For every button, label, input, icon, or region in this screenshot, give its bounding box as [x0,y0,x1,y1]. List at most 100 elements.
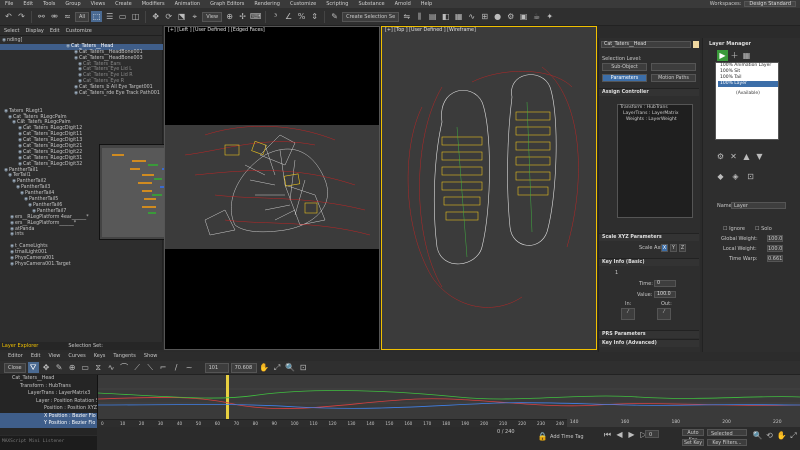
key-info-basic-rollout[interactable]: Key Info (Basic) [599,258,699,266]
curve-menu-item[interactable]: Edit [31,353,41,359]
select-object-icon[interactable]: ⬚ [91,11,103,22]
out-tangent-button[interactable]: ⁄ [657,308,671,320]
draw-curves-icon[interactable]: ✎ [54,362,65,373]
time-input[interactable]: 0 [654,280,676,287]
move-icon[interactable]: ✥ [150,11,161,22]
merge-layer-icon[interactable]: ◈ [730,171,741,182]
menu-item[interactable]: Help [416,1,437,7]
curve-tree-item[interactable]: Position : Position XYZ [0,405,97,413]
keyboard-shortcut-icon[interactable]: ⌨ [250,11,262,22]
tree-item[interactable]: ◉PhysCamera001.Target [0,262,163,268]
orbit-icon[interactable]: ⟲ [764,430,775,441]
prs-parameters-rollout[interactable]: PRS Parameters [599,330,699,338]
tangent-smooth-icon[interactable]: ~ [184,362,195,373]
zoom-region-icon[interactable]: ⊡ [298,362,309,373]
curve-menu-item[interactable]: Editor [8,353,23,359]
timeline[interactable]: 0 10 20 30 40 50 60 70 80 90 100 110 120 130 140 150 160… [97,419,567,427]
local-weight-input[interactable]: 100.0 [767,245,783,252]
close-button[interactable]: Close [4,362,26,373]
object-color-swatch[interactable] [693,41,699,48]
placement-icon[interactable]: ⌖ [189,11,200,22]
menu-item[interactable]: Edit [18,1,38,7]
axis-y-button[interactable]: Y [670,244,677,252]
add-layer-icon[interactable]: ＋ [729,50,740,61]
layer-settings-icon[interactable]: ⚙ [715,151,726,162]
pan-icon[interactable]: ✋ [259,362,270,373]
controller-tree[interactable]: Transform : HubTrans LayerTrans : LayerMa… [617,104,693,218]
unlink-icon[interactable]: ⚮ [49,11,60,22]
link-icon[interactable]: ⚯ [36,11,47,22]
menu-item[interactable]: Arnold [390,1,416,7]
in-tangent-button[interactable]: ⁄ [621,308,635,320]
reference-coord-select[interactable]: View [202,11,223,22]
viewport-left-label[interactable]: [+] [Left ] [User Defined ] [Edged Faces… [168,28,265,33]
viewport-top[interactable]: [+] [Top ] [User Defined ] [Wireframe] [381,26,597,350]
key-mode-select[interactable]: Selected [707,429,747,437]
toggle-scene-explorer-icon[interactable]: ▤ [427,11,438,22]
menu-item[interactable]: Tools [38,1,60,7]
select-by-name-icon[interactable]: ☰ [104,11,115,22]
value-input[interactable]: 100.0 [654,291,676,298]
curve-tree-item[interactable]: Y Position : Bezier Flo [0,420,97,428]
add-keys-icon[interactable]: ⊕ [67,362,78,373]
layer-list[interactable]: 100% Animation Layer 100% Sit 100% Tail 100… [715,62,779,140]
value-field[interactable]: 70.608 [230,362,257,373]
menu-item[interactable]: Modifiers [137,1,170,7]
go-to-start-icon[interactable]: ⏮ [602,429,613,440]
zoom-icon[interactable]: 🔍 [285,362,296,373]
layer-name-input[interactable]: Layer [731,202,786,209]
filter-icon[interactable]: ⛛ [27,362,39,373]
object-name-field[interactable]: Cat_Taters__Head [601,41,691,48]
menu-item[interactable]: Animation [170,1,206,7]
global-weight-input[interactable]: 100.0 [767,235,783,242]
explorer-tab[interactable]: Select [4,28,19,34]
curve-tree-item[interactable]: Cat_Taters__Head [0,375,97,383]
curve-tree-item[interactable]: Transform : HubTrans [0,383,97,391]
named-selection-set-input[interactable]: Create Selection Se [342,11,400,22]
menu-item[interactable]: Views [86,1,110,7]
layer-up-icon[interactable]: ▲ [741,151,752,162]
menu-item[interactable]: Rendering [249,1,285,7]
percent-snap-icon[interactable]: % [296,11,307,22]
mirror-icon[interactable]: ⇋ [401,11,412,22]
curve-tree-item[interactable]: LayerTrans : LayerMatrix3 [0,390,97,398]
curve-menu-item[interactable]: Tangents [113,353,135,359]
menu-item[interactable]: File [0,1,18,7]
frame-extents-icon[interactable]: ⤢ [272,362,283,373]
curve-menu-item[interactable]: View [49,353,61,359]
move-keys-icon[interactable]: ✥ [41,362,52,373]
auto-key-button[interactable]: Auto Key [682,429,704,443]
sub-object-select[interactable]: Sub-Object [602,63,647,71]
tangent-step-icon[interactable]: ⌐ [158,362,169,373]
undo-icon[interactable]: ↶ [3,11,14,22]
rotate-icon[interactable]: ⟳ [163,11,174,22]
render-iterative-icon[interactable]: ✦ [544,11,555,22]
layer-down-icon[interactable]: ▼ [754,151,765,162]
bind-space-warp-icon[interactable]: ≈ [62,11,73,22]
rendered-frame-window-icon[interactable]: ▣ [518,11,529,22]
tangent-auto-icon[interactable]: ∿ [106,362,117,373]
toggle-layer-explorer-icon[interactable]: ◧ [440,11,451,22]
curve-menu-item[interactable]: Show [144,353,158,359]
redo-icon[interactable]: ↷ [16,11,27,22]
align-icon[interactable]: ⫼ [414,11,425,22]
curve-menu-item[interactable]: Keys [94,353,106,359]
set-key-button[interactable]: Set Key [682,439,704,446]
explorer-tab[interactable]: Edit [50,28,60,34]
motion-paths-button[interactable]: Motion Paths [651,74,696,82]
time-warp-input[interactable]: 0.661 [767,255,783,262]
retime-icon[interactable]: ⧖ [93,362,104,373]
angle-snap-icon[interactable]: ∠ [283,11,294,22]
spinner-snap-icon[interactable]: ⇕ [309,11,320,22]
key-filters-button[interactable]: Key Filters... [707,439,747,446]
layer-delete-icon[interactable]: ✕ [728,151,739,162]
rect-selection-icon[interactable]: ▭ [117,11,128,22]
current-frame-input[interactable]: 0 [645,430,659,438]
material-editor-icon[interactable]: ● [492,11,503,22]
collapse-layer-icon[interactable]: ◆ [715,171,726,182]
play-layer-icon[interactable]: ▶ [717,50,728,61]
maxscript-listener[interactable]: MAXScript Mini Listener [0,436,97,450]
menu-item[interactable]: Create [110,1,137,7]
explorer-tab[interactable]: Display [25,28,43,34]
pivot-center-icon[interactable]: ⊕ [224,11,235,22]
